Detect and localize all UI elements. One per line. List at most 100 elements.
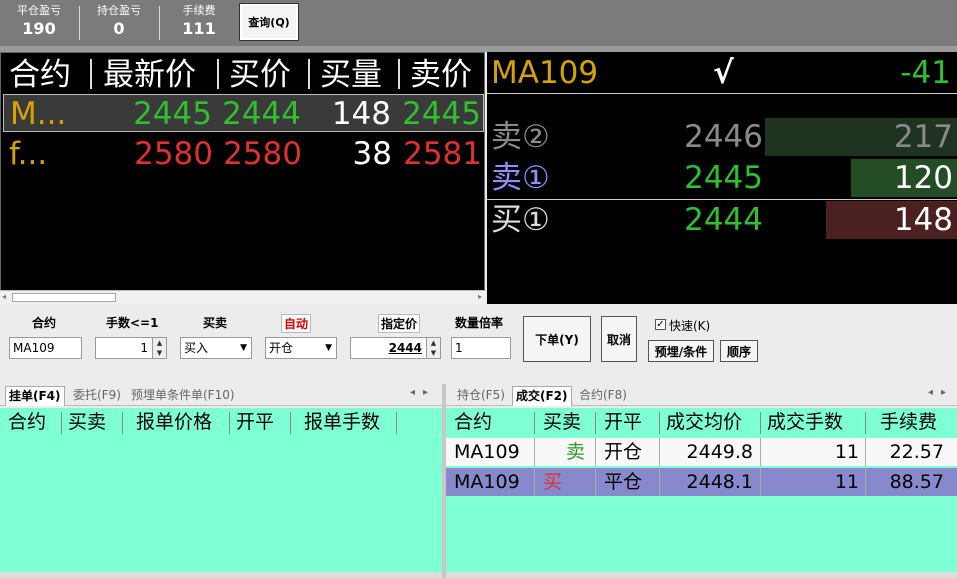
header-side[interactable]: 买卖 [68, 408, 106, 436]
quote-horizontal-scrollbar[interactable]: ◂ ▸ [0, 290, 485, 304]
header-side[interactable]: 买卖 [543, 408, 581, 436]
quote-bid-price: 2580 [223, 136, 302, 172]
position-pnl-value: 0 [113, 19, 125, 38]
cell-divider [760, 468, 761, 496]
quote-contract: M... [10, 96, 67, 132]
price-stepper[interactable]: 2444 ▲ ▼ [350, 337, 441, 359]
cell-divider [534, 468, 535, 496]
spin-down-icon[interactable]: ▼ [427, 348, 440, 358]
price-spinner[interactable]: ▲ ▼ [426, 338, 440, 358]
trade-fee: 88.57 [889, 471, 944, 493]
column-divider [61, 412, 62, 434]
cell-divider [659, 438, 660, 466]
header-trade-qty[interactable]: 成交手数 [767, 408, 843, 436]
header-avg-price[interactable]: 成交均价 [666, 408, 742, 436]
header-contract[interactable]: 合约 [454, 408, 492, 436]
spin-up-icon[interactable]: ▲ [153, 338, 166, 348]
scroll-thumb[interactable] [12, 293, 116, 302]
column-divider [229, 412, 230, 434]
tab-pending-orders[interactable]: 挂单(F4) [5, 386, 65, 406]
trade-qty: 11 [834, 441, 859, 463]
trade-qty: 11 [834, 471, 859, 493]
header-ask-price[interactable]: 卖价 [410, 55, 472, 95]
contract-input[interactable]: MA109 [9, 337, 82, 359]
spin-down-icon[interactable]: ▼ [153, 348, 166, 358]
tab-orders[interactable]: 委托(F9) [70, 386, 124, 406]
bid1-label: 买① [491, 202, 550, 238]
qty-spinner[interactable]: ▲ ▼ [152, 338, 166, 358]
left-tab-bar: 挂单(F4) 委托(F9) 预埋单条件单(F10) ◂▸ [0, 384, 442, 406]
divider [487, 93, 957, 94]
header-contract[interactable]: 合约 [9, 55, 71, 95]
pending-orders-grid: 合约 买卖 报单价格 开平 报单手数 [0, 408, 442, 572]
header-bid-price[interactable]: 买价 [229, 55, 291, 95]
trade-avg-price: 2449.8 [686, 441, 753, 463]
right-panel-scrollbar[interactable] [446, 572, 957, 578]
trade-side: 买 [543, 471, 563, 493]
header-order-qty[interactable]: 报单手数 [304, 408, 380, 436]
multiplier-label: 数量倍率 [455, 316, 504, 330]
header-offset[interactable]: 开平 [604, 408, 642, 436]
cell-divider [760, 438, 761, 466]
query-button[interactable]: 查询(Q) [239, 3, 299, 41]
fee-stat: 手续费 111 [160, 4, 238, 40]
depth-contract: MA109 [491, 55, 599, 91]
trade-offset: 开仓 [604, 441, 643, 463]
spin-up-icon[interactable]: ▲ [427, 338, 440, 348]
trade-contract: MA109 [454, 441, 520, 463]
table-row[interactable]: MA109 买 平仓 2448.1 11 88.57 [446, 468, 957, 496]
multiplier-input[interactable]: 1 [451, 337, 511, 359]
closed-pnl-value: 190 [22, 19, 56, 38]
position-pnl-label: 持仓盈亏 [97, 4, 141, 17]
offset-mode-label[interactable]: 自动 [281, 314, 312, 333]
header-last-price[interactable]: 最新价 [103, 55, 196, 95]
header-order-price[interactable]: 报单价格 [136, 408, 212, 436]
header-contract[interactable]: 合约 [8, 408, 46, 436]
offset-select[interactable]: 开仓 ▼ [265, 337, 337, 359]
trade-offset: 平仓 [604, 471, 643, 493]
submit-order-button[interactable]: 下单(Y) [523, 316, 591, 362]
quote-ask-price: 2581 [403, 136, 482, 172]
preset-condition-button[interactable]: 预埋/条件 [648, 340, 714, 362]
qty-label: 手数<=1 [106, 316, 159, 330]
tab-preset-orders[interactable]: 预埋单条件单(F10) [128, 386, 238, 406]
quick-checkbox[interactable]: ✓ [655, 319, 666, 330]
fee-value: 111 [182, 19, 216, 38]
sequence-button[interactable]: 顺序 [720, 340, 758, 362]
table-row[interactable]: MA109 卖 开仓 2449.8 11 22.57 [446, 438, 957, 466]
column-divider [396, 412, 397, 434]
position-pnl-stat: 持仓盈亏 0 [80, 4, 158, 40]
ask1-price: 2445 [684, 160, 763, 196]
side-select[interactable]: 买入 ▼ [180, 337, 252, 359]
header-fee[interactable]: 手续费 [880, 408, 937, 436]
check-icon: √ [713, 55, 734, 91]
trade-fee: 22.57 [889, 441, 944, 463]
tab-positions[interactable]: 持仓(F5) [454, 386, 508, 406]
divider [487, 199, 957, 200]
ask2-qty: 217 [893, 119, 953, 155]
price-mode-label[interactable]: 指定价 [378, 314, 421, 333]
column-divider [122, 412, 123, 434]
column-divider [90, 59, 92, 89]
cancel-button[interactable]: 取消 [601, 316, 637, 362]
ask2-label: 卖② [491, 119, 550, 155]
scroll-left-icon[interactable]: ◂ [2, 292, 6, 301]
market-depth-panel: MA109 √ -41 卖② 2446 217 卖① 2445 120 买① 2… [487, 52, 957, 304]
qty-stepper[interactable]: 1 ▲ ▼ [95, 337, 167, 359]
side-label: 买卖 [203, 316, 228, 330]
tab-contracts[interactable]: 合约(F8) [576, 386, 630, 406]
quote-row[interactable]: f... 2580 2580 38 2581 [3, 135, 484, 173]
cell-divider [865, 438, 866, 466]
chevron-down-icon: ▼ [325, 343, 332, 353]
quote-bid-price: 2444 [222, 96, 301, 132]
cell-divider [595, 438, 596, 466]
quote-row[interactable]: M... 2445 2444 148 2445 [3, 94, 484, 132]
tab-scroll-arrows-icon[interactable]: ◂▸ [928, 387, 954, 398]
left-panel-scrollbar[interactable] [0, 572, 442, 578]
scroll-right-icon[interactable]: ▸ [478, 292, 482, 301]
tab-trades[interactable]: 成交(F2) [512, 386, 572, 406]
tab-scroll-arrows-icon[interactable]: ◂▸ [410, 387, 436, 398]
header-offset[interactable]: 开平 [236, 408, 274, 436]
header-bid-qty[interactable]: 买量 [320, 55, 382, 95]
quote-bid-qty: 38 [352, 136, 392, 172]
